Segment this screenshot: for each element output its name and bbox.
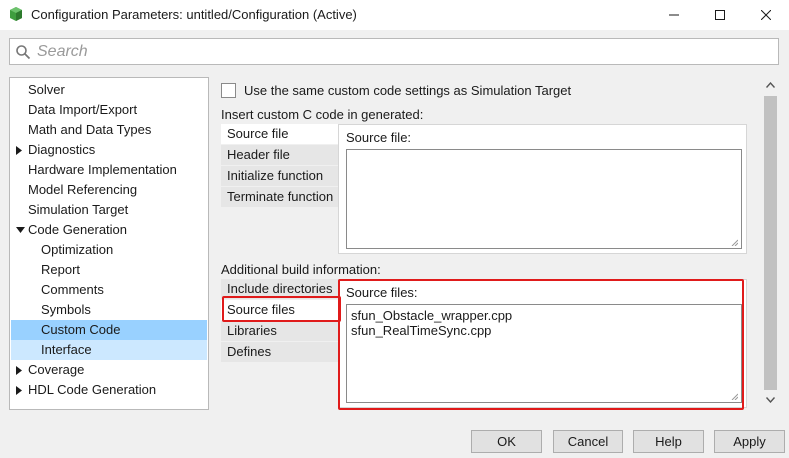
tree-item-interface[interactable]: Interface [11, 340, 207, 360]
minimize-button[interactable] [651, 0, 697, 30]
scroll-down-icon[interactable] [766, 397, 775, 403]
tree-item-label: Model Referencing [28, 182, 138, 197]
tree-item-simulation-target[interactable]: Simulation Target [11, 200, 207, 220]
tree-item-label: Solver [28, 82, 65, 97]
minimize-icon [669, 14, 679, 16]
search-icon [16, 45, 31, 60]
tree-item-label: Symbols [41, 302, 91, 317]
tree-item-coverage[interactable]: Coverage [11, 360, 207, 380]
source-file-textarea[interactable] [346, 149, 742, 249]
tree-item-label: Hardware Implementation [28, 162, 177, 177]
tab-source-file[interactable]: Source file [221, 124, 338, 145]
expand-arrow-icon[interactable] [16, 386, 23, 395]
tree-item-label: Coverage [28, 362, 85, 377]
tab-libraries[interactable]: Libraries [221, 321, 338, 342]
tree-item-label: Code Generation [28, 222, 128, 237]
insert-section-label: Insert custom C code in generated: [221, 107, 424, 122]
tree-item-label: Custom Code [41, 322, 121, 337]
tab-defines[interactable]: Defines [221, 342, 338, 363]
tree-item-label: HDL Code Generation [28, 382, 157, 397]
tree-item-data-import-export[interactable]: Data Import/Export [11, 100, 207, 120]
maximize-icon [715, 10, 725, 20]
search-input[interactable] [37, 42, 767, 62]
tree-item-solver[interactable]: Solver [11, 80, 207, 100]
maximize-button[interactable] [697, 0, 743, 30]
same-settings-row[interactable]: Use the same custom code settings as Sim… [221, 81, 571, 99]
scrollbar-thumb[interactable] [764, 96, 777, 390]
tree-item-comments[interactable]: Comments [11, 280, 207, 300]
tree-item-label: Interface [41, 342, 92, 357]
resize-grip-icon[interactable] [730, 238, 738, 246]
same-settings-label: Use the same custom code settings as Sim… [244, 82, 572, 98]
tree-item-symbols[interactable]: Symbols [11, 300, 207, 320]
simulink-icon [10, 7, 22, 21]
tree-item-optimization[interactable]: Optimization [11, 240, 207, 260]
source-file-pane: Source file: [338, 124, 747, 254]
window-title: Configuration Parameters: untitled/Confi… [31, 7, 357, 22]
custom-code-panel: Use the same custom code settings as Sim… [213, 77, 779, 410]
source-files-tab-highlight [222, 296, 341, 322]
apply-button[interactable]: Apply [714, 430, 785, 453]
search-box[interactable] [9, 38, 779, 65]
tree-item-diagnostics[interactable]: Diagnostics [11, 140, 207, 160]
tree-item-label: Math and Data Types [28, 122, 152, 137]
category-tree: Solver Data Import/Export Math and Data … [9, 77, 209, 410]
tree-item-model-referencing[interactable]: Model Referencing [11, 180, 207, 200]
tree-item-label: Simulation Target [28, 202, 129, 217]
expand-arrow-icon[interactable] [16, 366, 23, 375]
tab-initialize-function[interactable]: Initialize function [221, 166, 338, 187]
tree-item-hdl-code-generation[interactable]: HDL Code Generation [11, 380, 207, 400]
tree-item-code-generation[interactable]: Code Generation [11, 220, 207, 240]
close-icon [761, 10, 771, 20]
tab-terminate-function[interactable]: Terminate function [221, 187, 338, 208]
tree-item-label: Report [41, 262, 81, 277]
tree-item-label: Comments [41, 282, 104, 297]
scroll-up-icon[interactable] [766, 82, 775, 88]
tree-item-label: Data Import/Export [28, 102, 138, 117]
tree-item-label: Diagnostics [28, 142, 96, 157]
tree-item-hardware-implementation[interactable]: Hardware Implementation [11, 160, 207, 180]
source-file-caption: Source file: [346, 130, 412, 145]
expand-arrow-icon[interactable] [16, 146, 23, 155]
source-files-pane-highlight [338, 279, 744, 410]
panel-scrollbar[interactable] [762, 77, 779, 410]
same-settings-checkbox[interactable] [221, 82, 236, 98]
help-button[interactable]: Help [633, 430, 704, 453]
title-bar: Configuration Parameters: untitled/Confi… [0, 0, 789, 30]
cancel-button[interactable]: Cancel [553, 430, 623, 453]
close-button[interactable] [743, 0, 789, 30]
tree-item-report[interactable]: Report [11, 260, 207, 280]
ok-button[interactable]: OK [471, 430, 542, 453]
tree-item-math-and-data-types[interactable]: Math and Data Types [11, 120, 207, 140]
tab-header-file[interactable]: Header file [221, 145, 338, 166]
tree-item-custom-code[interactable]: Custom Code [11, 320, 207, 340]
tree-item-label: Optimization [41, 242, 114, 257]
collapse-arrow-icon[interactable] [16, 227, 25, 234]
build-section-label: Additional build information: [221, 262, 381, 277]
